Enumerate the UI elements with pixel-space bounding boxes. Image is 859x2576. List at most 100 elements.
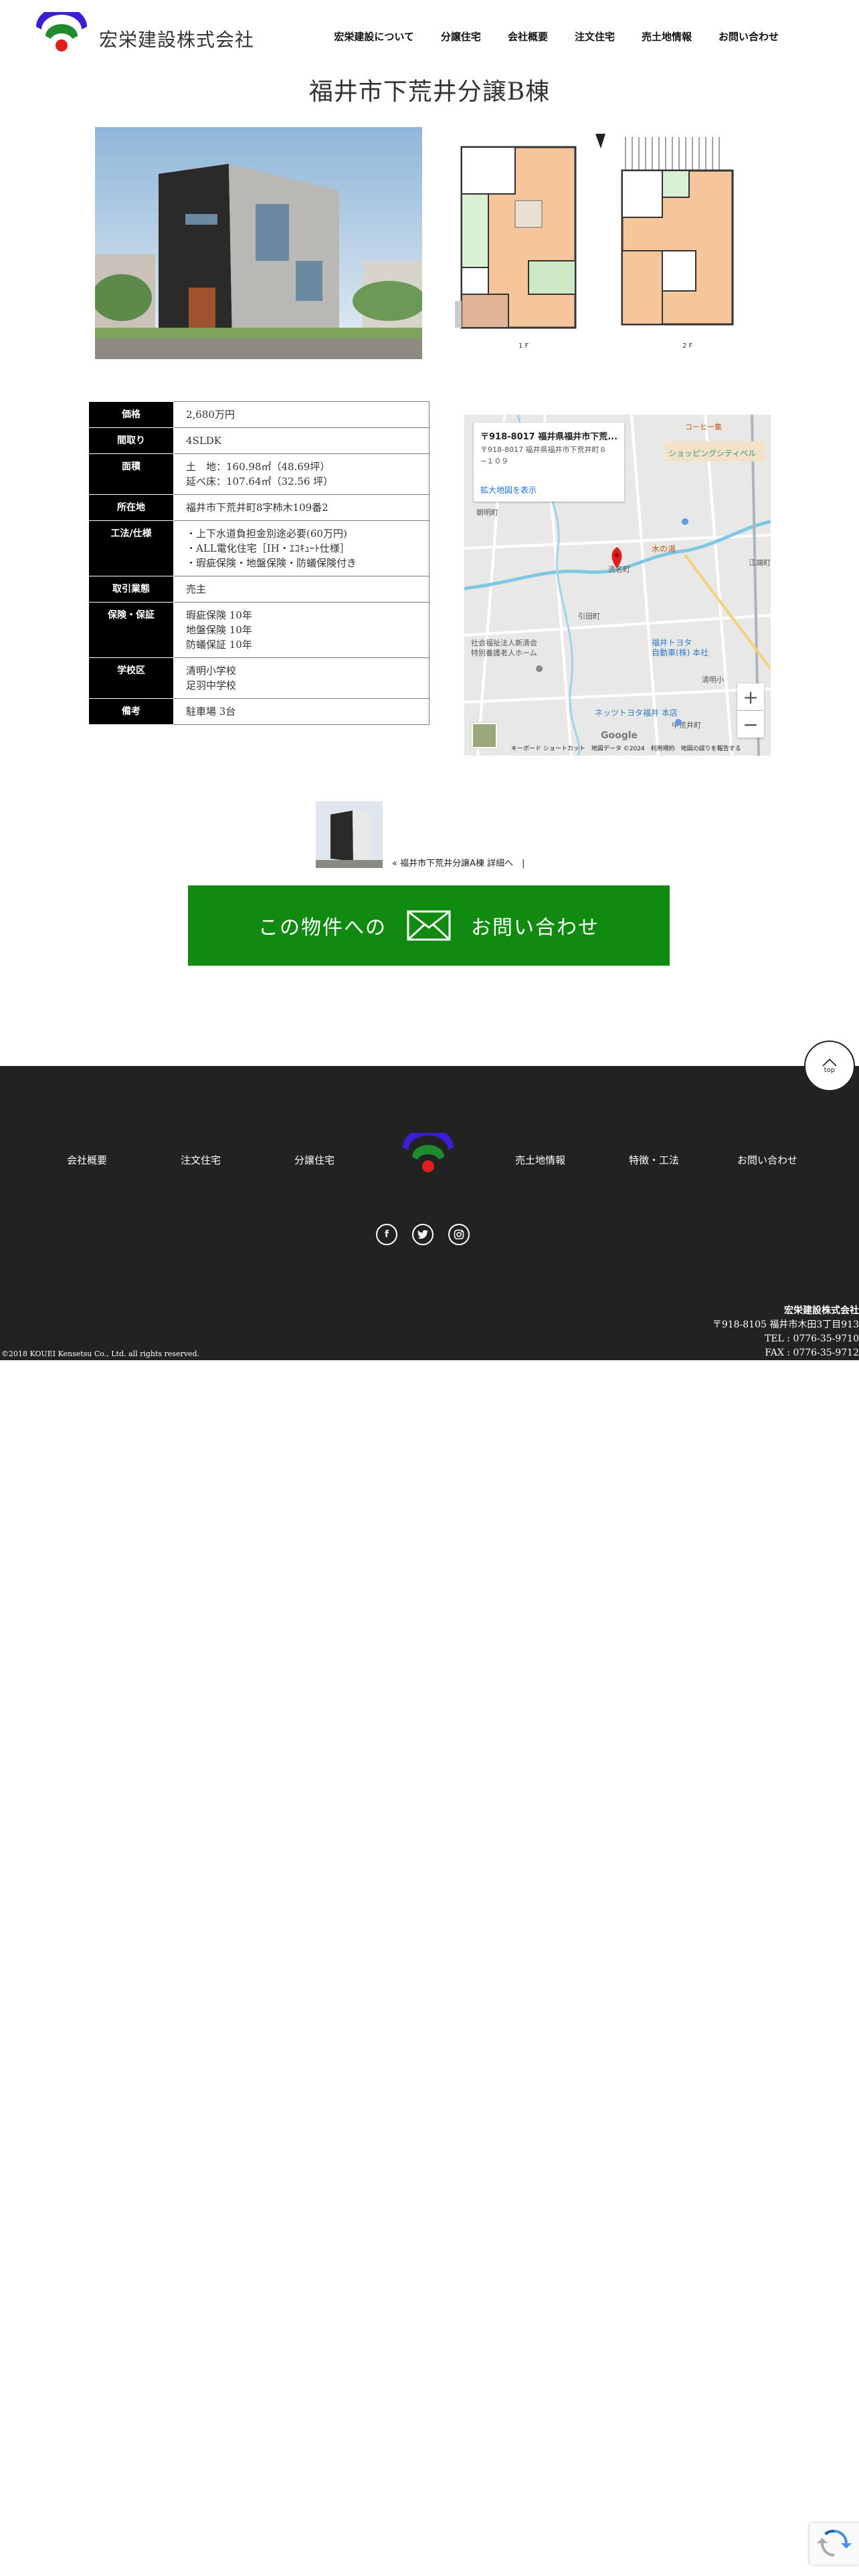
footer-nav-features[interactable]: 特徴・工法	[629, 1153, 679, 1167]
map-label-egawa: 江端町	[749, 558, 771, 567]
row-label: 取引業態	[88, 576, 174, 603]
company-name[interactable]: 宏栄建設株式会社	[99, 25, 254, 52]
row-label: 間取り	[88, 427, 174, 454]
back-to-top-button[interactable]: top	[804, 1041, 855, 1091]
recaptcha-badge[interactable]	[809, 2523, 859, 2565]
map-embed[interactable]: コーヒー集 ショッピングシティベル 木の湯 朝明町 引田町 洗名町 社会福祉法人…	[464, 415, 771, 756]
row-value-line: ・上下水道負担金別途必要(60万円)	[186, 528, 347, 540]
related-property-thumbnail[interactable]	[316, 801, 383, 868]
row-value-line: 土 地：160.98㎡（48.69坪）	[186, 461, 330, 473]
footer-nav-land[interactable]: 売土地情報	[515, 1153, 565, 1167]
site-header: 宏栄建設株式会社 宏栄建設について 分譲住宅 会社概要 注文住宅 売土地情報 お…	[0, 0, 859, 74]
row-value: 4SLDK	[173, 427, 430, 454]
facebook-icon[interactable]: f	[376, 1224, 397, 1245]
table-row: 価格 2,680万円	[88, 401, 430, 428]
map-label-kinoyu: 木の湯	[652, 544, 676, 554]
map-info-card: 〒918-8017 福井県福井市下荒... 〒918-8017 福井県福井市下荒…	[474, 423, 624, 502]
contact-text-before: この物件への	[258, 916, 387, 940]
row-label: 価格	[88, 401, 174, 428]
copyright: ©2018 KOUEI Kensetsu Co., Ltd. all right…	[1, 1350, 199, 1358]
row-value-line: 清明小学校	[186, 665, 237, 677]
social-links: f	[376, 1224, 483, 1248]
footer-logo-icon[interactable]	[400, 1133, 456, 1174]
mail-icon	[407, 910, 451, 941]
row-value-line: 防蟻保証 10年	[186, 639, 252, 651]
table-row: 間取り 4SLDK	[88, 427, 430, 454]
row-value-line: 延べ床：107.64㎡（32.56 坪）	[186, 475, 334, 488]
map-label-shopping: ショッピングシティベル	[668, 449, 756, 458]
company-logo-icon[interactable]	[33, 12, 90, 53]
map-label-akatsuki: 朝明町	[476, 508, 498, 517]
row-value: 駐車場 3台	[173, 698, 430, 725]
row-label: 保険・保証	[88, 602, 174, 658]
contact-banner-button[interactable]: この物件への お問い合わせ	[188, 885, 670, 966]
zoom-in-button[interactable]: +	[737, 683, 764, 710]
table-row: 工法/仕様 ・上下水道負担金別途必要(60万円) ・ALL電化住宅［IH・ｴｺｷｭｰ…	[88, 520, 430, 576]
map-card-address: 〒918-8017 福井県福井市下荒井町８−１０９	[480, 445, 607, 465]
floor-plan-image: 1 F 2 F	[455, 134, 769, 358]
table-row: 保険・保証 瑕疵保険 10年 地盤保険 10年 防蟻保証 10年	[88, 602, 430, 658]
google-logo: Google	[601, 730, 638, 741]
row-label: 工法/仕様	[88, 520, 174, 576]
row-value-line: 4SLDK	[186, 435, 222, 447]
footer-nav-custom-homes[interactable]: 注文住宅	[181, 1153, 221, 1167]
footer-nav-homes-for-sale[interactable]: 分譲住宅	[294, 1153, 335, 1167]
row-label: 所在地	[88, 494, 174, 521]
row-value-line: 地盤保険 10年	[186, 624, 252, 636]
map-label-netz: ネッツトヨタ福井 本店	[595, 708, 678, 718]
row-value: 土 地：160.98㎡（48.69坪） 延べ床：107.64㎡（32.56 坪）	[173, 453, 430, 495]
row-value: 福井市下荒井町8字柿木109番2	[173, 494, 430, 521]
contact-text-after: お問い合わせ	[471, 916, 599, 940]
footer-nav-company[interactable]: 会社概要	[67, 1153, 107, 1167]
row-value-line: 駐車場 3台	[186, 706, 236, 718]
table-row: 備考 駐車場 3台	[88, 698, 430, 725]
map-label-hikita: 引田町	[578, 611, 600, 621]
nav-company[interactable]: 会社概要	[508, 29, 548, 43]
row-value: 2,680万円	[173, 401, 430, 428]
row-label: 面積	[88, 453, 174, 495]
nav-land[interactable]: 売土地情報	[642, 29, 692, 43]
twitter-icon[interactable]	[412, 1224, 434, 1245]
nav-homes-for-sale[interactable]: 分譲住宅	[441, 29, 481, 43]
map-card-title: 〒918-8017 福井県福井市下荒...	[480, 432, 617, 442]
instagram-icon[interactable]	[448, 1224, 470, 1245]
map-label-nursing-2: 特別養護老人ホーム	[471, 648, 537, 657]
chevron-up-icon	[822, 1058, 837, 1067]
map-label-coffee: コーヒー集	[685, 422, 722, 431]
back-to-top-label: top	[824, 1066, 836, 1074]
row-value-line: 2,680万円	[186, 409, 235, 421]
view-larger-map-link[interactable]: 拡大地図を表示	[480, 484, 537, 496]
nav-about[interactable]: 宏栄建設について	[334, 29, 414, 43]
footer-nav-contact[interactable]: お問い合わせ	[737, 1153, 797, 1167]
row-label: 学校区	[88, 657, 174, 699]
main-nav: 宏栄建設について 分譲住宅 会社概要 注文住宅 売土地情報 お問い合わせ	[334, 29, 779, 43]
footer-company-info: 宏栄建設株式会社 〒918-8105 福井市木田3丁目913 TEL : 077…	[712, 1304, 859, 1360]
related-property-link[interactable]: « 福井市下荒井分譲A棟 詳細へ |	[392, 856, 525, 869]
nav-custom-homes[interactable]: 注文住宅	[575, 29, 615, 43]
zoom-out-button[interactable]: −	[737, 711, 764, 738]
map-label-toyota: 福井トヨタ	[652, 637, 692, 647]
row-value-line: ・ALL電化住宅［IH・ｴｺｷｭｰﾄ仕様］	[186, 542, 350, 554]
row-value-line: 売主	[186, 583, 207, 595]
row-value-line: 瑕疵保険 10年	[186, 609, 252, 621]
row-label: 備考	[88, 698, 174, 725]
floor2-label: 2 F	[682, 342, 693, 350]
map-label-gogo: 洗名町	[608, 564, 630, 574]
site-footer: 会社概要 注文住宅 分譲住宅 売土地情報 特徴・工法 お問い合わせ f 宏栄建設…	[0, 1066, 859, 1360]
row-value: 売主	[173, 576, 430, 603]
row-value: 清明小学校 足羽中学校	[173, 657, 430, 699]
row-value: ・上下水道負担金別途必要(60万円) ・ALL電化住宅［IH・ｴｺｷｭｰﾄ仕様］ ・…	[173, 520, 430, 576]
property-info-table: 価格 2,680万円 間取り 4SLDK 面積土 地：160.98㎡（48.69坪） 延べ…	[88, 401, 430, 725]
map-label-nursing-1: 社会福祉法人新清会	[471, 638, 537, 647]
footer-fax: FAX : 0776-35-9712	[765, 1348, 859, 1358]
map-footer[interactable]: キーボード ショートカット 地図データ ©2024 利用規約 地図の誤りを報告す…	[511, 744, 741, 752]
row-value-line: 福井市下荒井町8字柿木109番2	[186, 502, 328, 514]
page-title: 福井市下荒井分譲B棟	[308, 78, 551, 106]
footer-tel: TEL : 0776-35-9710	[764, 1333, 859, 1344]
footer-company-name: 宏栄建設株式会社	[784, 1305, 859, 1316]
footer-address: 〒918-8105 福井市木田3丁目913	[712, 1319, 859, 1330]
row-value: 瑕疵保険 10年 地盤保険 10年 防蟻保証 10年	[173, 602, 430, 658]
table-row: 面積土 地：160.98㎡（48.69坪） 延べ床：107.64㎡（32.56 坪…	[88, 453, 430, 495]
table-row: 学校区 清明小学校 足羽中学校	[88, 657, 430, 699]
nav-contact[interactable]: お問い合わせ	[719, 29, 779, 43]
